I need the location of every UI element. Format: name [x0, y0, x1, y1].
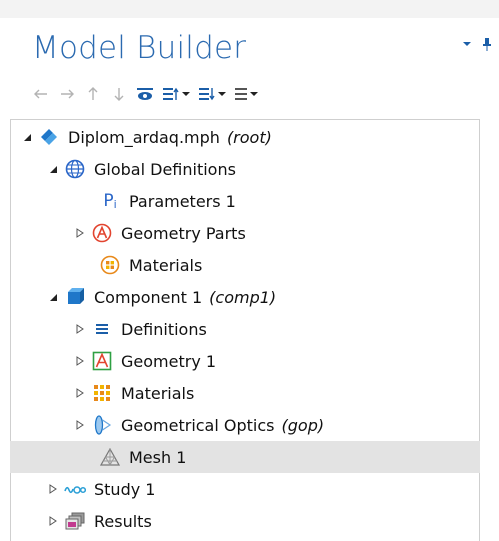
- tree-node-label: Study 1: [94, 479, 156, 499]
- tree-node-component[interactable]: Component 1 (comp1): [11, 281, 479, 313]
- show-icon: [137, 88, 153, 100]
- tree-node-geometry-parts[interactable]: Geometry Parts: [11, 217, 479, 249]
- tree-node-label: Mesh 1: [129, 447, 187, 467]
- sort-down-icon: [199, 88, 215, 101]
- collapsed-triangle-icon: [49, 516, 57, 526]
- sort-up-icon: [163, 87, 179, 100]
- expand-sections-button[interactable]: [162, 83, 190, 105]
- arrow-up-icon: [88, 87, 98, 100]
- collapsed-triangle-icon: [49, 484, 57, 494]
- arrow-right-icon: [61, 89, 74, 99]
- chevron-down-icon: [250, 92, 258, 96]
- tree-node-study[interactable]: Study 1: [11, 473, 479, 505]
- collapsed-triangle-icon: [76, 228, 84, 238]
- chevron-down-icon: [182, 92, 190, 96]
- tree-node-geometrical-optics[interactable]: Geometrical Optics (gop): [11, 409, 479, 441]
- model-tree: Diplom_ardaq.mph (root) Global Definitio…: [10, 119, 480, 541]
- expanded-triangle-icon: [49, 165, 57, 173]
- panel-title: Model Builder: [32, 30, 247, 66]
- tree-node-geometry[interactable]: Geometry 1: [11, 345, 479, 377]
- parameters-icon: Pi: [99, 190, 121, 212]
- expand-toggle[interactable]: [73, 322, 87, 336]
- expand-toggle[interactable]: [73, 354, 87, 368]
- tree-node-global-materials[interactable]: Materials: [11, 249, 479, 281]
- pin-icon: [483, 38, 491, 51]
- tree-node-materials[interactable]: Materials: [11, 377, 479, 409]
- move-down-button[interactable]: [110, 83, 128, 105]
- view-options-button[interactable]: [234, 83, 258, 105]
- tree-node-tag: (root): [226, 127, 272, 147]
- tree-node-results[interactable]: Results: [11, 505, 479, 537]
- tree-node-label: Materials: [129, 255, 203, 275]
- tree-node-mesh[interactable]: Mesh 1: [10, 441, 480, 473]
- parameters-icon-sub: i: [113, 197, 117, 211]
- model-file-icon: [38, 126, 60, 148]
- tree-node-label: Definitions: [121, 319, 207, 339]
- expand-toggle[interactable]: [46, 482, 60, 496]
- geometry-parts-icon: [91, 222, 113, 244]
- globe-icon: [64, 158, 86, 180]
- collapsed-triangle-icon: [76, 324, 84, 334]
- sort-button[interactable]: [198, 83, 226, 105]
- expand-toggle[interactable]: [73, 418, 87, 432]
- collapse-toggle[interactable]: [20, 130, 34, 144]
- window-top-strip: [0, 0, 499, 18]
- move-up-button[interactable]: [84, 83, 102, 105]
- list-icon: [235, 88, 247, 100]
- panel-controls: [461, 38, 493, 51]
- tree-node-label: Geometry Parts: [121, 223, 246, 243]
- toolbar: [32, 82, 258, 106]
- expand-toggle[interactable]: [46, 514, 60, 528]
- tree-node-parameters[interactable]: Pi Parameters 1: [11, 185, 479, 217]
- tree-node-label: Geometry 1: [121, 351, 217, 371]
- collapsed-triangle-icon: [76, 388, 84, 398]
- tree-node-label: Component 1: [94, 287, 203, 307]
- expand-toggle[interactable]: [73, 386, 87, 400]
- lens-icon: [91, 414, 113, 436]
- tree-node-label: Global Definitions: [94, 159, 236, 179]
- panel-menu-button[interactable]: [461, 38, 473, 50]
- definitions-icon: [91, 318, 113, 340]
- expanded-triangle-icon: [49, 293, 57, 301]
- arrow-left-icon: [34, 89, 47, 99]
- tree-node-label: Geometrical Optics: [121, 415, 275, 435]
- tree-node-label: Results: [94, 511, 152, 531]
- show-button[interactable]: [136, 83, 154, 105]
- study-icon: [64, 478, 86, 500]
- component-cube-icon: [64, 286, 86, 308]
- collapsed-triangle-icon: [76, 356, 84, 366]
- arrow-down-icon: [114, 88, 124, 101]
- expand-toggle[interactable]: [73, 226, 87, 240]
- chevron-down-icon: [463, 42, 471, 46]
- results-icon: [64, 510, 86, 532]
- collapsed-triangle-icon: [76, 420, 84, 430]
- tree-node-label: Diplom_ardaq.mph: [68, 127, 220, 147]
- collapse-toggle[interactable]: [46, 290, 60, 304]
- geometry-icon: [91, 350, 113, 372]
- tree-node-root[interactable]: Diplom_ardaq.mph (root): [11, 121, 479, 153]
- tree-node-tag: (gop): [281, 415, 325, 435]
- model-builder-panel: Model Builder Diplom_ardaq.mph (root) Gl…: [0, 18, 499, 541]
- tree-node-label: Materials: [121, 383, 195, 403]
- chevron-down-icon: [218, 92, 226, 96]
- tree-node-global-definitions[interactable]: Global Definitions: [11, 153, 479, 185]
- pin-button[interactable]: [481, 38, 493, 51]
- tree-node-label: Parameters 1: [129, 191, 236, 211]
- materials-icon: [91, 382, 113, 404]
- collapse-toggle[interactable]: [46, 162, 60, 176]
- expanded-triangle-icon: [23, 133, 31, 141]
- parameters-icon-letter: P: [103, 191, 114, 211]
- tree-node-tag: (comp1): [209, 287, 277, 307]
- materials-globe-icon: [99, 254, 121, 276]
- back-button[interactable]: [32, 83, 50, 105]
- tree-node-definitions[interactable]: Definitions: [11, 313, 479, 345]
- forward-button[interactable]: [58, 83, 76, 105]
- mesh-icon: [99, 446, 121, 468]
